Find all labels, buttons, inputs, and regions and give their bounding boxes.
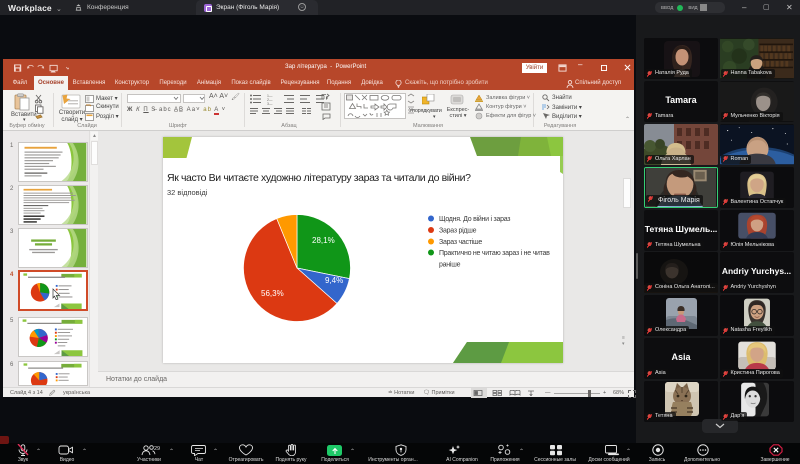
- svg-text:Зараз рідше: Зараз рідше: [439, 227, 477, 235]
- svg-text:9,4%: 9,4%: [325, 276, 343, 285]
- svg-text:Щодня. До війни і зараз: Щодня. До війни і зараз: [439, 215, 510, 223]
- svg-text:раніше: раніше: [439, 261, 461, 269]
- svg-text:Практично не читаю зараз і не: Практично не читаю зараз і не читав: [439, 249, 550, 257]
- svg-text:Зараз частіше: Зараз частіше: [439, 238, 482, 246]
- svg-text:3—: 3—: [267, 102, 273, 106]
- svg-text:56,3%: 56,3%: [261, 289, 284, 298]
- svg-text:28,1%: 28,1%: [312, 236, 335, 245]
